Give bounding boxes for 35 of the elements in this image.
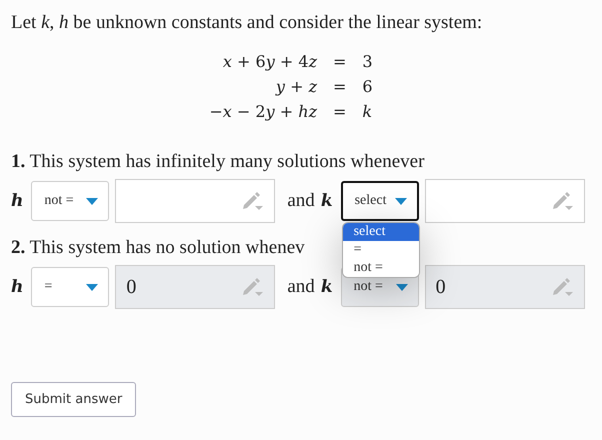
- equals-sign: =: [333, 77, 346, 96]
- equation-left-side: −x − 2y + hz: [209, 102, 317, 121]
- pencil-icon: [242, 277, 264, 297]
- variable-label: h: [11, 191, 24, 211]
- relation-select[interactable]: =: [31, 267, 110, 307]
- question-text: 2. This system has no solution whenev: [11, 237, 305, 259]
- equation-left-side: x + 6y + 4z: [222, 52, 317, 71]
- equation-right-side: 6: [362, 77, 373, 96]
- equation-right-side: k: [362, 102, 373, 121]
- submit-button[interactable]: Submit answer: [11, 382, 136, 417]
- dropdown-option[interactable]: select: [342, 223, 419, 241]
- connector-text: and: [287, 276, 315, 298]
- relation-select[interactable]: select: [340, 181, 419, 221]
- equation-left-side: y + z: [274, 77, 317, 96]
- caret-icon: [396, 284, 408, 290]
- caret-icon: [394, 198, 407, 204]
- pencil-icon: [552, 277, 574, 297]
- question-text: 1. This system has infinitely many solutions whenever: [11, 151, 424, 173]
- answer-field[interactable]: [424, 179, 585, 223]
- caret-icon: [86, 198, 98, 204]
- answer-field[interactable]: [115, 179, 276, 223]
- equation-right-side: 3: [362, 52, 373, 71]
- pencil-icon: [552, 191, 574, 211]
- variable-label: h: [11, 277, 24, 297]
- variable-label: k: [320, 191, 333, 211]
- intro-text: Let k, h be unknown constants and consider the linear system:: [11, 12, 484, 34]
- connector-text: and: [287, 190, 315, 212]
- dropdown-option[interactable]: =: [342, 241, 419, 259]
- equals-sign: =: [333, 52, 346, 71]
- pencil-icon: [242, 191, 264, 211]
- dropdown-option[interactable]: not =: [342, 259, 419, 277]
- equals-sign: =: [333, 102, 346, 121]
- relation-select[interactable]: not =: [31, 181, 110, 221]
- caret-icon: [86, 284, 98, 290]
- variable-label: k: [320, 277, 333, 297]
